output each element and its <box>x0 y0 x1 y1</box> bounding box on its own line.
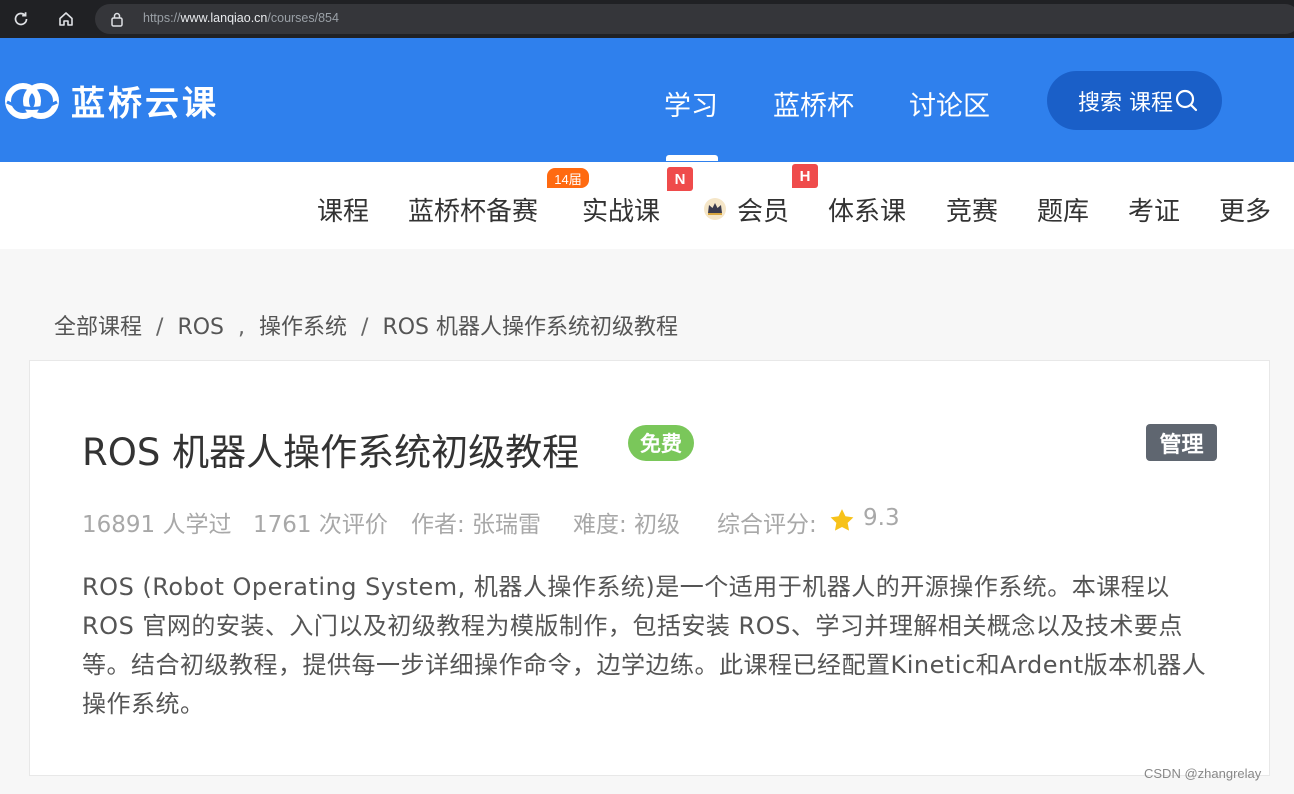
new-badge: N <box>667 167 693 191</box>
home-icon[interactable] <box>55 8 77 30</box>
subnav-cup-prep[interactable]: 蓝桥杯备赛 <box>408 191 538 228</box>
search-icon <box>1175 89 1198 111</box>
course-difficulty: 难度: 初级 <box>573 512 681 538</box>
subnav-certification[interactable]: 考证 <box>1128 191 1180 228</box>
breadcrumb: 全部课程 / ROS, 操作系统 / ROS 机器人操作系统初级教程 <box>54 309 678 341</box>
subnav-more[interactable]: 更多 <box>1219 191 1271 228</box>
rating-value: 9.3 <box>863 505 900 531</box>
hot-badge: H <box>792 164 818 188</box>
logo-text: 蓝桥云课 <box>71 84 219 124</box>
nav-active-indicator <box>666 155 718 161</box>
course-description: ROS (Robot Operating System, 机器人操作系统)是一个… <box>82 573 1207 718</box>
browser-toolbar: https://www.lanqiao.cn/courses/854 <box>0 0 1294 38</box>
subnav-contests[interactable]: 竞赛 <box>946 191 998 228</box>
course-title: ROS 机器人操作系统初级教程 <box>82 431 580 474</box>
nav-forum[interactable]: 讨论区 <box>909 84 990 123</box>
search-label: 搜索 课程 <box>1078 90 1173 116</box>
breadcrumb-all-courses[interactable]: 全部课程 <box>54 315 142 340</box>
course-author: 作者: 张瑞雷 <box>411 512 542 538</box>
review-count[interactable]: 1761 次评价 <box>253 505 388 539</box>
reload-icon[interactable] <box>10 8 32 30</box>
breadcrumb-separator: / <box>156 315 164 340</box>
search-button[interactable]: 搜索 课程 <box>1047 71 1222 130</box>
crown-icon <box>702 196 728 224</box>
logo-icon <box>5 82 59 119</box>
breadcrumb-separator: / <box>361 315 369 340</box>
manage-button[interactable]: 管理 <box>1146 424 1217 461</box>
subnav-question-bank[interactable]: 题库 <box>1037 191 1089 228</box>
site-logo[interactable]: 蓝桥云课 <box>3 76 219 125</box>
subnav-system-courses[interactable]: 体系课 <box>828 191 906 228</box>
nav-lanqiao-cup[interactable]: 蓝桥杯 <box>773 84 854 123</box>
lock-icon <box>110 11 124 31</box>
subnav-courses[interactable]: 课程 <box>317 191 369 228</box>
breadcrumb-ros[interactable]: ROS <box>177 315 224 340</box>
breadcrumb-os[interactable]: 操作系统 <box>259 315 347 340</box>
breadcrumb-current: ROS 机器人操作系统初级教程 <box>382 315 679 340</box>
nav-learn[interactable]: 学习 <box>664 84 718 123</box>
address-bar[interactable]: https://www.lanqiao.cn/courses/854 <box>95 4 1294 34</box>
watermark: CSDN @zhangrelay <box>1144 766 1262 781</box>
learner-count: 16891 人学过 <box>82 512 232 538</box>
subnav-practice[interactable]: 实战课 <box>582 191 660 228</box>
breadcrumb-separator: , <box>238 315 246 340</box>
free-badge: 免费 <box>628 425 694 461</box>
subnav-membership[interactable]: 会员 <box>737 191 789 228</box>
rating-label: 综合评分: <box>717 512 817 538</box>
star-icon <box>829 508 855 537</box>
url-text: https://www.lanqiao.cn/courses/854 <box>143 11 339 25</box>
year-badge: 14届 <box>547 168 589 188</box>
